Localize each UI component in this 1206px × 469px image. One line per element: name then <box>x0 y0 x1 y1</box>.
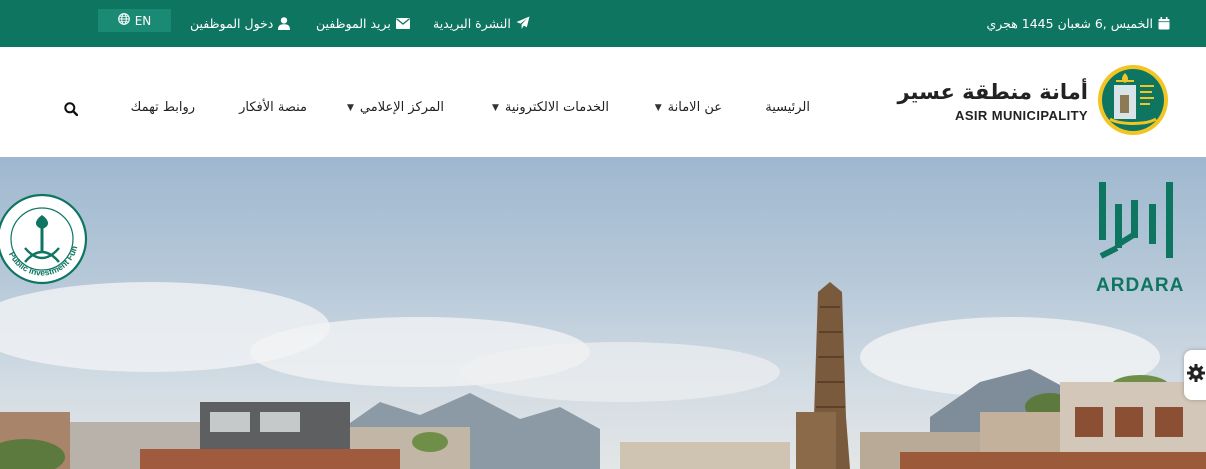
hijri-date: الخميس ,6 شعبان 1445 هجري <box>986 13 1170 33</box>
pif-logo: Public Investment Fund <box>0 174 91 300</box>
nav-about-label: عن الامانة <box>667 100 722 115</box>
logo-english-text: ASIR MUNICIPALITY <box>955 108 1088 123</box>
logo-arabic-text: أمانة منطقة عسير <box>897 80 1088 104</box>
nav-ideas-platform[interactable]: منصة الأفكار <box>239 100 307 115</box>
nav-eservices-label: الخدمات الالكترونية <box>504 100 609 115</box>
hero-scene-image <box>0 282 1206 469</box>
ardara-logo-text: ARDARA <box>1096 275 1185 296</box>
settings-toggle-button[interactable] <box>1184 350 1206 400</box>
chevron-down-icon: ▼ <box>491 102 499 113</box>
calendar-icon <box>1158 16 1170 30</box>
nav-useful-links[interactable]: روابط تهمك <box>131 100 195 115</box>
main-header: أمانة منطقة عسير ASIR MUNICIPALITY الرئي… <box>0 47 1206 157</box>
gear-icon <box>1187 364 1205 386</box>
chevron-down-icon: ▼ <box>654 102 662 113</box>
nav-home-label: الرئيسية <box>765 100 810 115</box>
top-bar: الخميس ,6 شعبان 1445 هجري النشرة البريدي… <box>0 0 1206 47</box>
nav-media-center[interactable]: المركز الإعلامي ▼ <box>347 100 444 115</box>
nav-ideas-platform-label: منصة الأفكار <box>239 100 307 115</box>
language-label: EN <box>134 13 152 28</box>
paper-plane-icon <box>516 16 530 30</box>
employee-login-link[interactable]: دخول الموظفين <box>190 13 291 33</box>
date-text: الخميس ,6 شعبان 1445 هجري <box>986 15 1153 31</box>
nav-home[interactable]: الرئيسية <box>765 100 810 115</box>
nav-about[interactable]: عن الامانة ▼ <box>655 100 722 115</box>
chevron-down-icon: ▼ <box>346 102 354 113</box>
search-icon <box>64 101 79 120</box>
employee-mail-label: بريد الموظفين <box>316 15 391 31</box>
envelope-icon <box>395 17 410 29</box>
search-button[interactable] <box>64 101 79 120</box>
nav-useful-links-label: روابط تهمك <box>130 100 195 115</box>
nav-eservices[interactable]: الخدمات الالكترونية ▼ <box>492 100 609 115</box>
globe-icon <box>117 13 130 28</box>
user-icon <box>278 16 291 30</box>
newsletter-label: النشرة البريدية <box>433 15 511 31</box>
nav-media-center-label: المركز الإعلامي <box>359 100 444 115</box>
language-switch-button[interactable]: EN <box>98 9 171 32</box>
municipality-emblem-icon <box>1096 63 1170 141</box>
employee-login-label: دخول الموظفين <box>190 15 274 31</box>
hero-banner: Public Investment Fund ARDARA <box>0 157 1206 469</box>
newsletter-link[interactable]: النشرة البريدية <box>433 13 530 33</box>
site-logo[interactable]: أمانة منطقة عسير ASIR MUNICIPALITY <box>897 63 1170 141</box>
ardara-logo-mark <box>1095 182 1180 276</box>
employee-mail-link[interactable]: بريد الموظفين <box>316 13 410 33</box>
